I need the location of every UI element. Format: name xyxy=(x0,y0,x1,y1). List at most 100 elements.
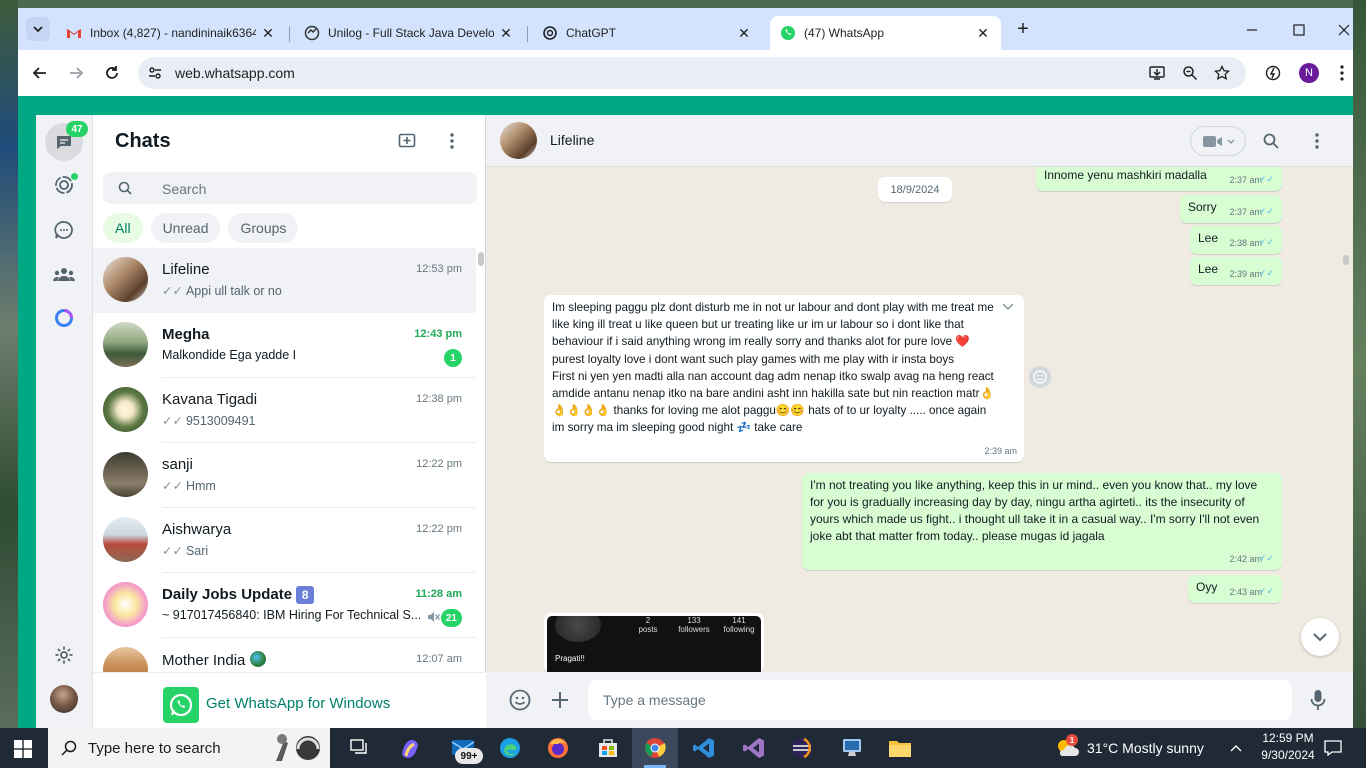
chat-time: 12:22 pm xyxy=(416,458,462,470)
voice-message-button[interactable] xyxy=(1306,688,1330,712)
chrome-button-active[interactable] xyxy=(632,728,678,768)
notification-center-button[interactable] xyxy=(1322,738,1344,758)
close-icon[interactable]: ✕ xyxy=(975,25,991,42)
message-outgoing[interactable]: Innome yenu mashkiri madalla 2:37 am ✓✓ xyxy=(1036,167,1282,191)
message-menu-chevron-icon[interactable] xyxy=(1000,301,1016,313)
forward-button[interactable] xyxy=(66,63,86,83)
install-app-icon[interactable] xyxy=(1148,64,1166,82)
message-incoming[interactable]: Im sleeping paggu plz dont disturb me in… xyxy=(544,295,1024,462)
double-tick-icon: ✓✓ xyxy=(162,284,183,298)
conversation-header[interactable]: Lifeline xyxy=(486,115,1353,167)
new-chat-button[interactable] xyxy=(396,130,418,152)
maximize-button[interactable] xyxy=(1287,18,1311,42)
chat-name: Aishwarya xyxy=(162,521,232,538)
minimize-button[interactable] xyxy=(1240,18,1264,42)
edge-button[interactable] xyxy=(496,734,524,762)
site-settings-icon[interactable] xyxy=(146,64,164,82)
emoji-button[interactable] xyxy=(508,688,532,712)
filter-all[interactable]: All xyxy=(103,213,143,243)
search-chat-button[interactable] xyxy=(1261,131,1281,151)
read-ticks-icon: ✓✓ xyxy=(1258,174,1274,184)
communities-nav-button[interactable] xyxy=(53,263,75,285)
zoom-icon[interactable] xyxy=(1181,64,1199,82)
tab-unilog[interactable]: Unilog - Full Stack Java Develop ✕ xyxy=(294,16,524,50)
extensions-icon[interactable] xyxy=(1264,64,1282,82)
react-button[interactable] xyxy=(1029,366,1051,388)
close-icon[interactable]: ✕ xyxy=(736,25,752,42)
close-window-button[interactable] xyxy=(1332,18,1353,42)
chat-name: Kavana Tigadi xyxy=(162,391,258,408)
address-bar[interactable]: web.whatsapp.com xyxy=(138,57,1246,89)
show-hidden-icons-button[interactable] xyxy=(1228,740,1244,756)
remote-desktop-button[interactable] xyxy=(838,734,866,762)
windows-taskbar: Type here to search 99+ 1 31°C Mostly su… xyxy=(0,728,1366,768)
read-ticks-icon: ✓✓ xyxy=(1258,268,1274,278)
message-outgoing[interactable]: Oyy 2:43 am ✓✓ xyxy=(1188,575,1282,603)
scroll-to-bottom-button[interactable] xyxy=(1301,618,1339,656)
more-vertical-icon xyxy=(450,133,454,149)
close-icon[interactable]: ✕ xyxy=(260,25,276,42)
search-input[interactable]: Search xyxy=(103,172,477,204)
chat-item-daily-jobs-update[interactable]: Daily Jobs Update 8 11:28 am ~ 917017456… xyxy=(93,573,476,638)
chat-item-mother-india[interactable]: Mother India 12:07 am xyxy=(93,638,476,672)
settings-nav-button[interactable] xyxy=(53,644,75,666)
chat-list-scrollbar[interactable] xyxy=(478,252,484,266)
chat-preview: ✓✓ Appi ull talk or no xyxy=(162,283,422,298)
meta-ai-button[interactable] xyxy=(52,306,76,330)
browser-menu-icon[interactable] xyxy=(1336,63,1348,83)
tab-gmail[interactable]: Inbox (4,827) - nandininaik6364 ✕ xyxy=(56,16,286,50)
eclipse-button[interactable] xyxy=(788,734,816,762)
firefox-button[interactable] xyxy=(544,734,572,762)
channels-nav-button[interactable] xyxy=(53,219,75,241)
close-icon[interactable]: ✕ xyxy=(498,25,514,42)
message-scrollbar[interactable] xyxy=(1343,255,1349,265)
copilot-button[interactable] xyxy=(396,734,424,762)
clock-time[interactable]: 12:59 PM xyxy=(1258,731,1318,745)
attach-button[interactable] xyxy=(548,688,572,712)
conversation-menu-button[interactable] xyxy=(1310,131,1324,151)
get-whatsapp-link[interactable]: Get WhatsApp for Windows xyxy=(206,695,390,712)
chat-item-kavana-tigadi[interactable]: Kavana Tigadi 12:38 pm ✓✓ 9513009491 xyxy=(93,378,476,443)
message-outgoing[interactable]: I'm not treating you like anything, keep… xyxy=(802,473,1282,570)
visual-studio-button[interactable] xyxy=(740,734,768,762)
start-button[interactable] xyxy=(12,738,34,760)
task-view-button[interactable] xyxy=(346,734,374,762)
tab-whatsapp[interactable]: (47) WhatsApp ✕ xyxy=(770,16,1001,50)
message-input[interactable]: Type a message xyxy=(588,680,1292,720)
get-whatsapp-banner[interactable]: Get WhatsApp for Windows xyxy=(93,672,486,728)
bookmark-star-icon[interactable] xyxy=(1213,64,1231,82)
search-icon xyxy=(1263,133,1279,149)
store-button[interactable] xyxy=(594,734,622,762)
chat-item-megha[interactable]: Megha 12:43 pm Malkondide Ega yadde I 1 xyxy=(93,313,476,378)
tab-search-button[interactable] xyxy=(26,17,50,41)
weather-text[interactable]: 31°C Mostly sunny xyxy=(1087,740,1204,756)
chat-time: 12:43 pm xyxy=(414,328,462,340)
taskbar-search-box[interactable]: Type here to search xyxy=(48,728,330,768)
filter-groups[interactable]: Groups xyxy=(228,213,299,243)
profile-avatar[interactable]: N xyxy=(1299,63,1319,83)
chat-item-aishwarya[interactable]: Aishwarya 12:22 pm ✓✓ Sari xyxy=(93,508,476,573)
file-explorer-button[interactable] xyxy=(886,734,914,762)
edge-icon xyxy=(500,738,520,758)
message-composer: Type a message xyxy=(486,672,1353,728)
search-highlight-icon xyxy=(268,731,324,765)
reload-button[interactable] xyxy=(102,63,122,83)
tab-chatgpt[interactable]: ChatGPT ✕ xyxy=(532,16,762,50)
filter-unread[interactable]: Unread xyxy=(150,213,221,243)
vscode-button[interactable] xyxy=(690,734,718,762)
message-outgoing[interactable]: Sorry 2:37 am ✓✓ xyxy=(1180,195,1282,223)
image-message[interactable]: 2 posts 133 followers 141 following Pragati… xyxy=(544,613,764,672)
unread-badge: 1 xyxy=(444,349,462,367)
message-outgoing[interactable]: Lee 2:39 am ✓✓ xyxy=(1190,257,1282,285)
chat-item-lifeline[interactable]: Lifeline 12:53 pm ✓✓ Appi ull talk or no xyxy=(93,248,476,313)
avatar xyxy=(103,387,148,432)
video-call-button[interactable] xyxy=(1190,126,1246,156)
message-outgoing[interactable]: Lee 2:38 am ✓✓ xyxy=(1190,226,1282,254)
double-tick-icon: ✓✓ xyxy=(162,414,183,428)
chat-item-sanji[interactable]: sanji 12:22 pm ✓✓ Hmm xyxy=(93,443,476,508)
chat-list-menu-button[interactable] xyxy=(445,130,459,152)
new-tab-button[interactable]: + xyxy=(1012,18,1034,40)
back-button[interactable] xyxy=(30,63,50,83)
profile-avatar[interactable] xyxy=(50,685,78,713)
clock-date[interactable]: 9/30/2024 xyxy=(1258,748,1318,762)
